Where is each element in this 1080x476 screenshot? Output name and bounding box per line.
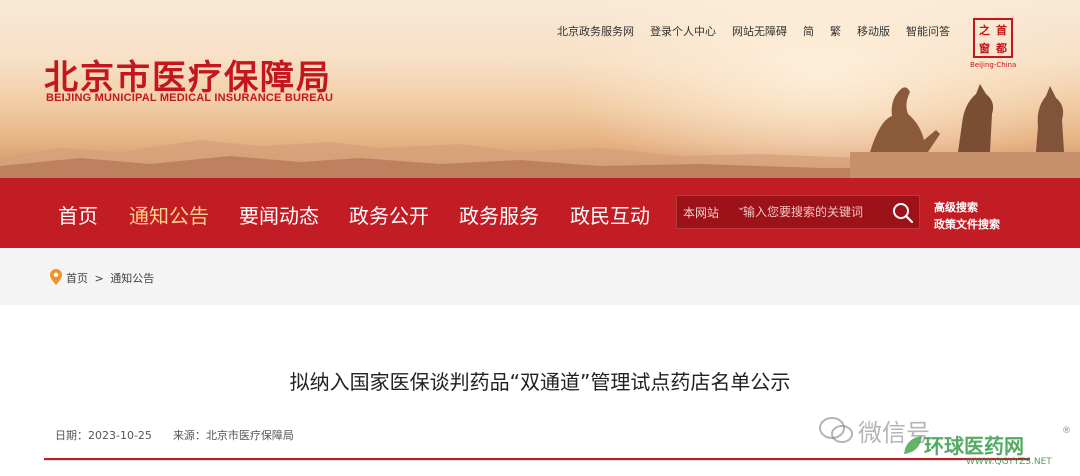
top-link-smart-qa[interactable]: 智能问答 <box>906 23 950 39</box>
watermark-brand: 环球医药网 <box>924 434 1024 458</box>
search-scope-select[interactable]: 本网站 <box>683 204 719 221</box>
nav-item-notices[interactable]: 通知公告 <box>129 200 209 229</box>
breadcrumb-trail: 首页 > 通知公告 <box>66 270 154 286</box>
source-label: 来源： <box>172 429 206 442</box>
title-divider-shadow <box>44 460 1030 461</box>
article-meta: 日期：2023-10-25 来源：北京市医疗保障局 <box>55 427 294 443</box>
policy-search-link[interactable]: 政策文件搜索 <box>934 216 1000 232</box>
seal-box: 首 都 之 窗 <box>973 18 1013 58</box>
top-link-mobile[interactable]: 移动版 <box>857 23 890 39</box>
top-link-simplified[interactable]: 简 <box>803 23 814 39</box>
breadcrumb-current[interactable]: 通知公告 <box>110 272 154 285</box>
seal-char: 都 <box>996 42 1007 55</box>
article-source: 北京市医疗保障局 <box>205 429 294 442</box>
nav-item-news[interactable]: 要闻动态 <box>239 200 319 229</box>
top-link-accessibility[interactable]: 网站无障碍 <box>732 23 787 39</box>
date-label: 日期： <box>55 429 88 442</box>
wechat-icon <box>819 417 853 443</box>
seal-char: 首 <box>996 24 1007 37</box>
search-icon[interactable] <box>891 201 915 225</box>
nav-item-gov-affairs[interactable]: 政务公开 <box>349 200 429 229</box>
article-title: 拟纳入国家医保谈判药品“双通道”管理试点药店名单公示 <box>289 370 791 394</box>
nav-item-home[interactable]: 首页 <box>58 200 98 229</box>
main-nav: 首页 通知公告 要闻动态 政务公开 政务服务 政民互动 本网站 ⌄ 高级搜索 政… <box>0 178 1080 248</box>
search-input[interactable] <box>743 202 885 222</box>
site-header: 北京市医疗保障局 BEIJING MUNICIPAL MEDICAL INSUR… <box>0 0 1080 178</box>
watermark-text: 微信号 <box>858 419 930 447</box>
location-pin-icon <box>50 269 62 285</box>
breadcrumb: 首页 > 通知公告 <box>0 248 1080 305</box>
article-date: 2023-10-25 <box>88 429 152 442</box>
capital-window-seal[interactable]: 首 都 之 窗 Beijing-China <box>970 18 1018 70</box>
seal-caption: Beijing-China <box>970 61 1017 69</box>
nav-item-gov-services[interactable]: 政务服务 <box>459 200 539 229</box>
watermark-registered-mark: ® <box>1062 426 1071 436</box>
nav-item-interaction[interactable]: 政民互动 <box>570 200 650 229</box>
leaf-logo-icon <box>904 436 922 454</box>
top-link-login[interactable]: 登录个人中心 <box>650 23 716 39</box>
site-subtitle: BEIJING MUNICIPAL MEDICAL INSURANCE BURE… <box>46 92 334 104</box>
bronze-statues-image <box>850 84 1080 178</box>
advanced-search-link[interactable]: 高级搜索 <box>934 199 978 215</box>
top-link-traditional[interactable]: 繁 <box>830 23 841 39</box>
seal-char: 之 <box>979 24 990 37</box>
watermark: 微信号 环球医药网 ® WWW.QGYYZS.NET <box>810 410 1080 476</box>
breadcrumb-separator: > <box>94 272 104 285</box>
top-link-gov-service[interactable]: 北京政务服务网 <box>557 23 634 39</box>
breadcrumb-home[interactable]: 首页 <box>66 272 88 285</box>
top-links: 北京政务服务网 登录个人中心 网站无障碍 简 繁 移动版 智能问答 <box>557 23 950 39</box>
seal-char: 窗 <box>979 42 990 55</box>
search-box: 本网站 ⌄ <box>676 195 920 229</box>
